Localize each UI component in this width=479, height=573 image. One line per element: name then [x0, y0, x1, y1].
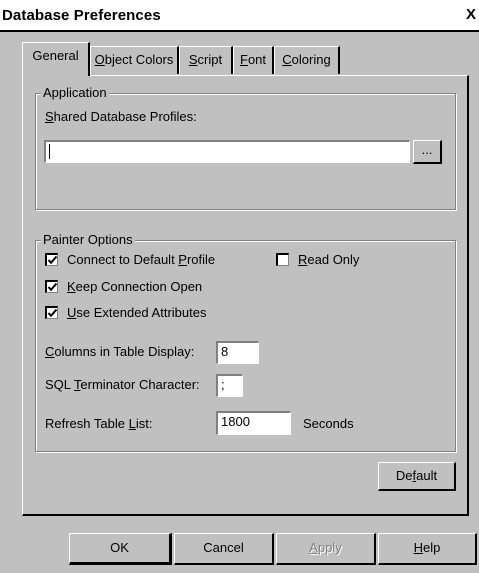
- cancel-button[interactable]: Cancel: [174, 533, 274, 565]
- refresh-label-b: ist:: [135, 416, 153, 431]
- text-cursor: [49, 144, 50, 160]
- help-button[interactable]: Help: [378, 533, 477, 565]
- help-label-rest: elp: [423, 540, 441, 555]
- painter-options-group-label: Painter Options: [41, 232, 135, 247]
- read-only-checkbox[interactable]: [276, 253, 289, 266]
- check-icon: [47, 282, 58, 292]
- tab-general[interactable]: General: [22, 42, 90, 76]
- shared-profiles-mnemonic: S: [45, 109, 54, 124]
- apply-label-rest: pply: [317, 540, 342, 555]
- help-mnemonic: H: [413, 540, 424, 555]
- connect-default-label[interactable]: Connect to Default Profile: [67, 252, 215, 267]
- title-separator: [0, 30, 479, 32]
- tab-object-colors[interactable]: Object Colors: [90, 46, 179, 74]
- shared-profiles-label: Shared Database Profiles:: [45, 109, 197, 124]
- terminator-label: SQL Terminator Character:: [45, 377, 200, 392]
- refresh-unit-label: Seconds: [303, 416, 354, 431]
- extended-attrs-label-rest: se Extended Attributes: [76, 305, 207, 320]
- refresh-label: Refresh Table List:: [45, 416, 152, 431]
- window-title: Database Preferences: [2, 7, 161, 24]
- columns-input[interactable]: 8: [216, 341, 259, 364]
- default-label-a: De: [395, 468, 413, 483]
- tab-font[interactable]: Font: [233, 46, 274, 74]
- shared-profiles-input[interactable]: [44, 140, 410, 163]
- tab-label-general: General: [32, 48, 79, 63]
- application-group-label: Application: [41, 85, 109, 100]
- terminator-label-a: SQL: [45, 377, 74, 392]
- apply-mnemonic: A: [309, 540, 318, 555]
- columns-value: 8: [221, 344, 229, 359]
- refresh-value: 1800: [221, 414, 250, 429]
- terminator-input[interactable]: ;: [216, 374, 243, 397]
- keep-connection-label[interactable]: Keep Connection Open: [67, 279, 202, 294]
- shared-profiles-label-rest: hared Database Profiles:: [53, 109, 197, 124]
- browse-button[interactable]: ...: [413, 140, 442, 164]
- columns-label-rest: olumns in Table Display:: [54, 344, 195, 359]
- default-label-b: ault: [416, 468, 438, 483]
- keep-connection-checkbox[interactable]: [45, 280, 58, 293]
- terminator-label-b: erminator Character:: [80, 377, 200, 392]
- keep-connection-mnemonic: K: [67, 279, 76, 294]
- default-button[interactable]: Default: [378, 462, 456, 491]
- tab-label-font-rest: ont: [247, 52, 267, 67]
- connect-default-label-a: Connect to Default: [67, 252, 179, 267]
- check-icon: [47, 308, 58, 318]
- tab-label-object-colors-mnemonic: O: [94, 52, 105, 67]
- terminator-value: ;: [221, 377, 225, 392]
- extended-attrs-mnemonic: U: [67, 305, 77, 320]
- columns-label: Columns in Table Display:: [45, 344, 194, 359]
- refresh-mnemonic: L: [128, 416, 136, 431]
- cancel-button-label: Cancel: [203, 540, 244, 555]
- tab-label-coloring-mnemonic: C: [282, 52, 292, 67]
- tab-label-object-colors-rest: bject Colors: [104, 52, 174, 67]
- tab-label-font-mnemonic: F: [239, 52, 248, 67]
- extended-attrs-label[interactable]: Use Extended Attributes: [67, 305, 206, 320]
- connect-default-mnemonic: P: [178, 252, 187, 267]
- database-preferences-dialog: Database Preferences X General Object Co…: [0, 0, 479, 573]
- connect-default-label-b: rofile: [186, 252, 216, 267]
- tab-coloring[interactable]: Coloring: [274, 46, 340, 74]
- ok-button[interactable]: OK: [69, 533, 172, 565]
- ok-button-label: OK: [110, 540, 129, 555]
- refresh-input[interactable]: 1800: [216, 411, 291, 435]
- check-icon: [47, 255, 58, 265]
- read-only-label[interactable]: Read Only: [298, 252, 359, 267]
- tab-label-script-rest: cript: [197, 52, 223, 67]
- apply-button[interactable]: Apply: [276, 533, 376, 565]
- refresh-label-a: Refresh Table: [45, 416, 129, 431]
- extended-attrs-checkbox[interactable]: [45, 306, 58, 319]
- connect-default-checkbox[interactable]: [45, 253, 58, 266]
- browse-button-label: ...: [421, 142, 433, 157]
- tab-label-coloring-rest: oloring: [291, 52, 331, 67]
- tab-label-script-mnemonic: S: [188, 52, 198, 67]
- columns-mnemonic: C: [45, 344, 55, 359]
- close-icon[interactable]: X: [466, 7, 479, 23]
- read-only-label-rest: ead Only: [307, 252, 360, 267]
- title-bar[interactable]: Database Preferences X: [0, 0, 479, 30]
- keep-connection-label-rest: eep Connection Open: [75, 279, 203, 294]
- read-only-mnemonic: R: [298, 252, 308, 267]
- tab-script[interactable]: Script: [179, 46, 233, 74]
